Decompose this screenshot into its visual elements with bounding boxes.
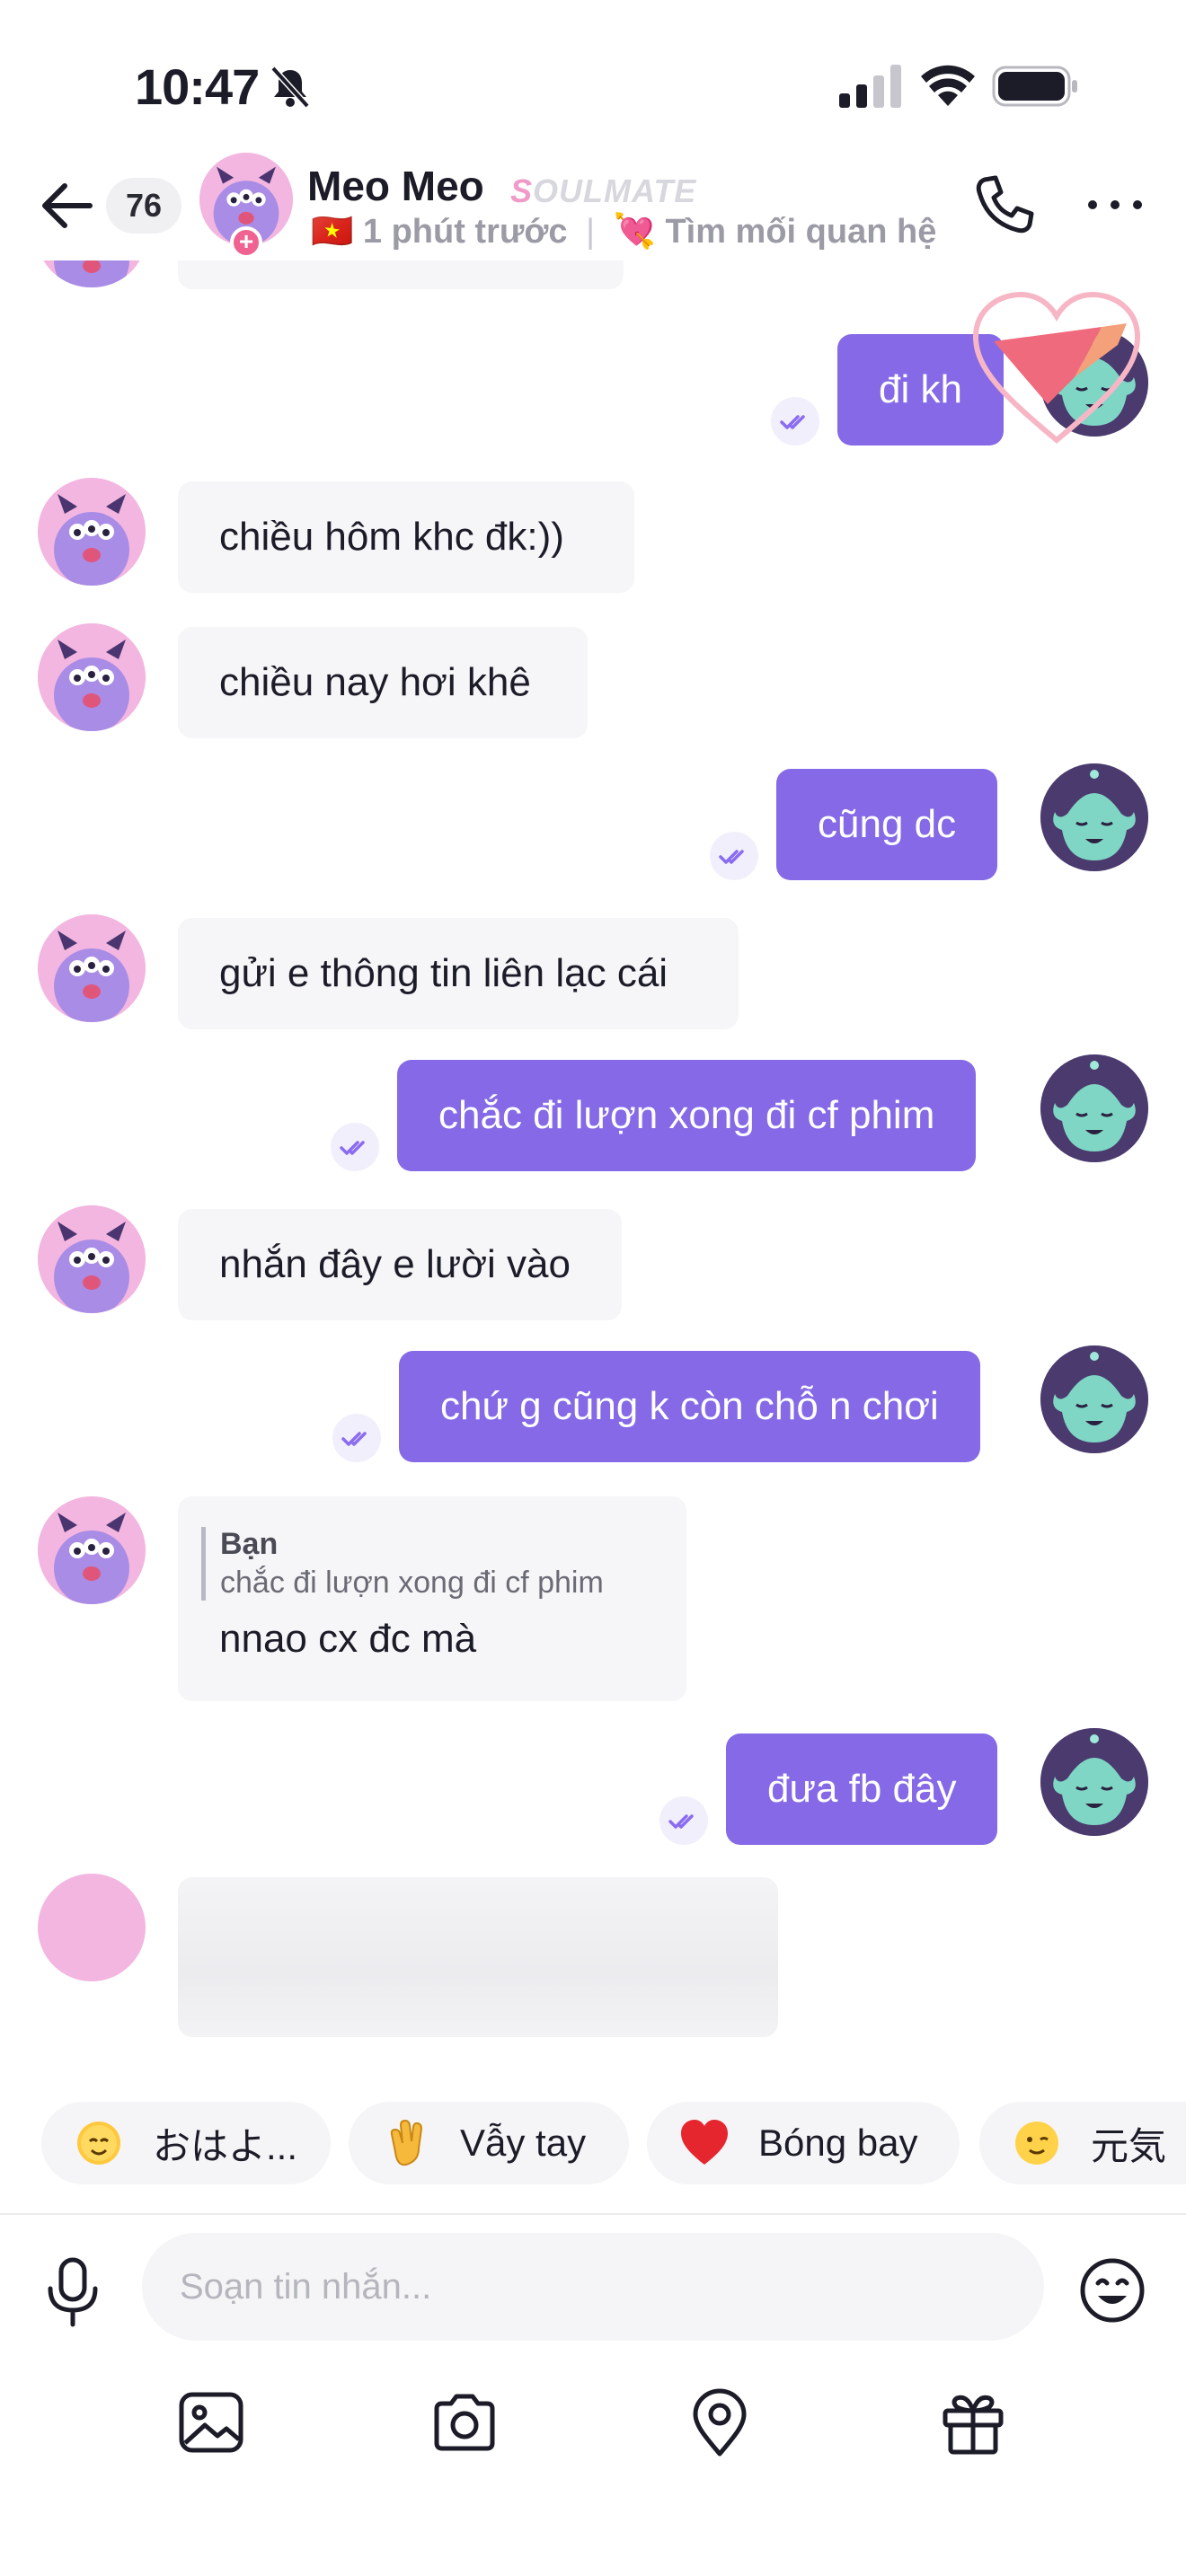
read-receipt: [332, 1414, 381, 1462]
outgoing-message-bubble[interactable]: chứ g cũng k còn chỗ n chơi: [399, 1351, 980, 1462]
outgoing-message-bubble[interactable]: đưa fb đây: [726, 1734, 998, 1845]
image-gallery-icon[interactable]: [176, 2387, 246, 2457]
quoted-message[interactable]: Bạn chắc đi lượn xong đi cf phim: [201, 1527, 645, 1601]
reply-message-bubble[interactable]: Bạn chắc đi lượn xong đi cf phim nnao cx đ…: [178, 1496, 686, 1701]
incoming-message-bubble[interactable]: chiều hôm khc đk:)): [178, 481, 634, 593]
status-separator: |: [586, 213, 595, 251]
my-avatar[interactable]: [1040, 1345, 1148, 1453]
incoming-message-bubble[interactable]: chiều nay hơi khê: [178, 627, 588, 738]
alien-avatar-icon: [1040, 1054, 1148, 1162]
read-receipt: [659, 1796, 708, 1845]
message-text: chắc đi lượn xong đi cf phim: [438, 1093, 935, 1137]
quick-reply-bar[interactable]: おはよ... Vẫy tay Bóng bay 元気: [0, 2093, 1186, 2193]
read-receipt: [771, 397, 819, 446]
bell-muted-icon: [270, 66, 310, 109]
message-text: đi kh: [879, 367, 962, 411]
composer-divider: [0, 2213, 1186, 2215]
partner-avatar[interactable]: [38, 1496, 146, 1604]
outgoing-message-bubble[interactable]: chắc đi lượn xong đi cf phim: [397, 1060, 977, 1171]
quick-reply-chip[interactable]: おはよ...: [41, 2102, 331, 2184]
message-text: đưa fb đây: [767, 1767, 957, 1811]
red-heart-icon: [681, 2120, 728, 2165]
blurred-message-bubble[interactable]: [178, 1877, 778, 2037]
incoming-message-bubble[interactable]: nhắn đây e lười vào: [178, 1209, 622, 1320]
message-text: chiều hôm khc đk:)): [219, 515, 564, 559]
partner-avatar[interactable]: [38, 1205, 146, 1313]
smiley-face-icon[interactable]: [1078, 2256, 1146, 2325]
read-receipt-icon: [780, 415, 805, 429]
waving-hand-icon: [390, 2119, 423, 2166]
read-receipt-icon: [340, 1141, 365, 1155]
read-receipt: [710, 832, 758, 880]
phone-call-icon[interactable]: [972, 172, 1037, 237]
contact-status: 🇻🇳 1 phút trước | 💘 Tìm mối quan hệ: [311, 212, 936, 251]
alien-avatar-icon: [1040, 763, 1148, 871]
partner-avatar[interactable]: [38, 623, 146, 731]
outgoing-message-bubble[interactable]: cũng dc: [776, 769, 998, 880]
message-text: nhắn đây e lười vào: [219, 1242, 571, 1286]
camera-icon[interactable]: [429, 2387, 500, 2457]
monster-avatar-icon: [38, 1205, 146, 1313]
winking-face-icon: [1015, 2122, 1058, 2165]
status-bar: 10:47: [0, 0, 1186, 153]
status-time: 10:47: [135, 58, 260, 115]
soulmate-badge: SOULMATE: [510, 172, 697, 209]
quick-reply-label: Vẫy tay: [460, 2122, 587, 2164]
sun-face-icon: [77, 2122, 120, 2165]
quick-reply-label: Bóng bay: [758, 2122, 918, 2164]
message-text: nnao cx đc mà: [219, 1617, 477, 1661]
my-avatar[interactable]: [1040, 1728, 1148, 1836]
message-text: gửi e thông tin liên lạc cái: [219, 951, 668, 995]
quoted-text: chắc đi lượn xong đi cf phim: [220, 1566, 604, 1600]
heart-arrow-icon: 💘: [613, 213, 656, 251]
relationship-goal: Tìm mối quan hệ: [665, 213, 937, 251]
contact-name[interactable]: Meo Meo: [307, 162, 484, 210]
add-contact-icon[interactable]: +: [230, 226, 262, 259]
my-avatar[interactable]: [1040, 1054, 1148, 1162]
partner-avatar[interactable]: [38, 478, 146, 586]
quick-reply-label: 元気: [1091, 2124, 1167, 2167]
chat-header: 76 + Meo Meo SOULMATE 🇻🇳 1 phút trước | …: [0, 153, 1186, 260]
partner-avatar[interactable]: [38, 1874, 146, 1981]
wifi-icon: [921, 65, 975, 106]
more-options-icon[interactable]: [1084, 189, 1146, 221]
partner-avatar[interactable]: [38, 914, 146, 1022]
unread-count-badge[interactable]: 76: [106, 178, 181, 234]
message-text: chiều nay hơi khê: [219, 660, 531, 704]
read-receipt-icon: [719, 850, 744, 864]
alien-avatar-icon: [1040, 1345, 1148, 1453]
message-text: chứ g cũng k còn chỗ n chơi: [440, 1384, 939, 1428]
heart-reaction-icon: [972, 291, 1141, 444]
monster-avatar-icon: [38, 623, 146, 731]
quick-reply-label: おはよ...: [153, 2124, 298, 2167]
message-text: cũng dc: [818, 802, 957, 846]
vietnam-flag-icon: 🇻🇳: [311, 213, 354, 251]
battery-icon: [992, 66, 1077, 107]
gift-icon[interactable]: [938, 2387, 1008, 2457]
my-avatar[interactable]: [1040, 763, 1148, 871]
back-arrow-icon[interactable]: [36, 174, 99, 237]
read-receipt: [331, 1123, 379, 1171]
alien-avatar-icon: [1040, 1728, 1148, 1836]
message-input[interactable]: [142, 2233, 1044, 2341]
quick-reply-chip[interactable]: 元気: [979, 2102, 1186, 2184]
read-receipt-icon: [341, 1432, 367, 1446]
read-receipt-icon: [668, 1814, 694, 1829]
quoted-sender: Bạn: [220, 1527, 279, 1561]
quick-reply-chip[interactable]: Bóng bay: [647, 2102, 960, 2184]
location-pin-icon[interactable]: [685, 2387, 755, 2457]
monster-avatar-icon: [38, 478, 146, 586]
signal-icon: [839, 65, 901, 108]
quick-reply-chip[interactable]: Vẫy tay: [349, 2102, 629, 2184]
monster-avatar-icon: [38, 1496, 146, 1604]
monster-avatar-icon: [38, 914, 146, 1022]
incoming-message-bubble[interactable]: gửi e thông tin liên lạc cái: [178, 918, 739, 1029]
microphone-icon[interactable]: [43, 2256, 102, 2328]
last-seen: 1 phút trước: [362, 213, 568, 251]
